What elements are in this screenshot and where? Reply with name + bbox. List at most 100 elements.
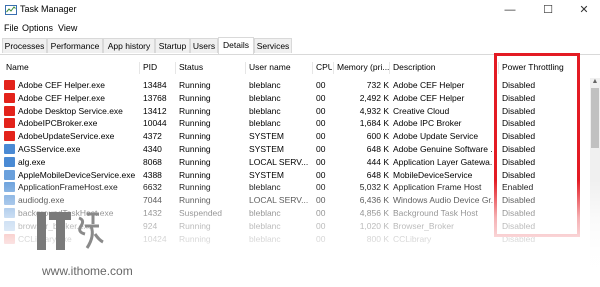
column-separator[interactable] (175, 62, 176, 74)
cell-user: bleblanc (249, 92, 281, 103)
cell-cpu: 00 (316, 92, 326, 103)
table-row[interactable]: Adobe Desktop Service.exe 13412 Running ble… (0, 105, 588, 118)
cell-memory: 648 K (366, 144, 389, 154)
cell-user: SYSTEM (249, 169, 284, 180)
column-separator[interactable] (312, 62, 313, 74)
cell-user: bleblanc (249, 105, 281, 116)
cell-cpu: 00 (316, 220, 326, 231)
cell-pid: 924 (143, 220, 158, 231)
column-separator[interactable] (245, 62, 246, 74)
cell-pid: 13412 (143, 105, 167, 116)
cell-description: Creative Cloud (393, 105, 450, 116)
cell-memory: 648 K (366, 169, 389, 180)
scroll-up-arrow-icon[interactable]: ▲ (590, 78, 600, 88)
minimize-button[interactable]: — (494, 0, 526, 21)
cell-status: Running (179, 105, 211, 116)
cell-name: Adobe Desktop Service.exe (18, 105, 123, 116)
scrollbar-thumb[interactable] (591, 88, 599, 148)
column-memory[interactable]: Memory (pri... (337, 62, 389, 72)
cell-user: bleblanc (249, 208, 281, 218)
cell-name: AdobeUpdateService.exe (18, 131, 115, 142)
column-power-throttling[interactable]: Power Throttling (502, 62, 582, 72)
cell-status: Running (179, 131, 211, 142)
cell-pid: 8068 (143, 156, 162, 167)
cell-power: Disabled (502, 105, 536, 116)
cell-description: Application Frame Host (393, 182, 482, 193)
cell-pid: 1432 (143, 208, 162, 218)
cell-pid: 13768 (143, 92, 167, 103)
menu-options[interactable]: Options (22, 23, 53, 33)
cell-user: SYSTEM (249, 131, 284, 142)
cell-memory: 1,020 K (359, 220, 389, 231)
cell-cpu: 00 (316, 208, 326, 218)
cell-user: bleblanc (249, 220, 281, 231)
cell-pid: 10044 (143, 118, 167, 129)
cell-memory: 6,436 K (359, 195, 389, 206)
cell-pid: 6632 (143, 182, 162, 193)
cell-memory: 600 K (366, 131, 389, 142)
cell-cpu: 00 (316, 144, 326, 154)
cell-user: bleblanc (249, 118, 281, 129)
table-row[interactable]: AdobeIPCBroker.exe 10044 Running bleblanc 00… (0, 117, 588, 130)
cell-cpu: 00 (316, 169, 326, 180)
table-row[interactable]: Adobe CEF Helper.exe 13484 Running bleblanc… (0, 79, 588, 92)
cell-status: Running (179, 144, 211, 154)
cell-pid: 4340 (143, 144, 162, 154)
menu-file[interactable]: File (4, 23, 19, 33)
process-icon (4, 220, 15, 231)
tab-startup[interactable]: Startup (155, 38, 190, 53)
menu-view[interactable]: View (58, 23, 77, 33)
cell-status: Running (179, 169, 211, 180)
column-separator[interactable] (333, 62, 334, 74)
cell-cpu: 00 (316, 118, 326, 129)
column-separator[interactable] (498, 62, 499, 74)
cell-description: Adobe IPC Broker (393, 118, 462, 129)
cell-status: Running (179, 118, 211, 129)
column-user-name[interactable]: User name (249, 62, 309, 72)
table-row[interactable]: ApplicationFrameHost.exe 6632 Running blebl… (0, 181, 588, 194)
process-icon (4, 156, 15, 167)
cell-pid: 10424 (143, 233, 167, 244)
cell-pid: 13484 (143, 80, 167, 90)
cell-power: Disabled (502, 118, 536, 129)
cell-description: Application Layer Gatewa... (393, 156, 493, 167)
process-icon (4, 92, 15, 103)
column-separator[interactable] (139, 62, 140, 74)
cell-description: Adobe Update Service (393, 131, 479, 142)
tab-performance[interactable]: Performance (47, 38, 103, 53)
cell-status: Running (179, 220, 211, 231)
column-name[interactable]: Name (6, 62, 136, 72)
cell-description: Browser_Broker (393, 220, 454, 231)
tab-services[interactable]: Services (254, 38, 292, 53)
tab-users[interactable]: Users (190, 38, 218, 53)
column-pid[interactable]: PID (143, 62, 175, 72)
table-row[interactable]: Adobe CEF Helper.exe 13768 Running bleblanc… (0, 92, 588, 105)
cell-status: Running (179, 182, 211, 193)
process-icon (4, 105, 15, 116)
tab-processes[interactable]: Processes (2, 38, 47, 53)
table-row[interactable]: AGSService.exe 4340 Running SYSTEM 00 648 K Ad… (0, 143, 588, 156)
cell-name: Adobe CEF Helper.exe (18, 92, 105, 103)
cell-description: Adobe CEF Helper (393, 80, 465, 90)
process-icon (4, 233, 15, 244)
tab-details[interactable]: Details (218, 37, 254, 54)
column-separator[interactable] (389, 62, 390, 74)
column-cpu[interactable]: CPU (316, 62, 332, 72)
cell-description: CCLibrary (393, 233, 432, 244)
table-row[interactable]: AppleMobileDeviceService.exe 4388 Running S… (0, 169, 588, 182)
cell-memory: 4,932 K (359, 105, 389, 116)
close-button[interactable]: ✕ (568, 0, 600, 21)
ithome-logo-icon (37, 212, 104, 250)
cell-name: alg.exe (18, 156, 46, 167)
tab-app-history[interactable]: App history (103, 38, 155, 53)
cell-memory: 732 K (366, 80, 389, 90)
cell-memory: 2,492 K (359, 92, 389, 103)
column-status[interactable]: Status (179, 62, 245, 72)
cell-user: LOCAL SERV... (249, 156, 309, 167)
process-icon (4, 118, 15, 129)
table-row[interactable]: audiodg.exe 7044 Running LOCAL SERV... 00 6,4… (0, 194, 588, 207)
maximize-button[interactable]: ☐ (532, 0, 564, 21)
column-description[interactable]: Description (393, 62, 493, 72)
table-row[interactable]: AdobeUpdateService.exe 4372 Running SYSTEM 0… (0, 130, 588, 143)
table-row[interactable]: alg.exe 8068 Running LOCAL SERV... 00 444 K Ap… (0, 156, 588, 169)
